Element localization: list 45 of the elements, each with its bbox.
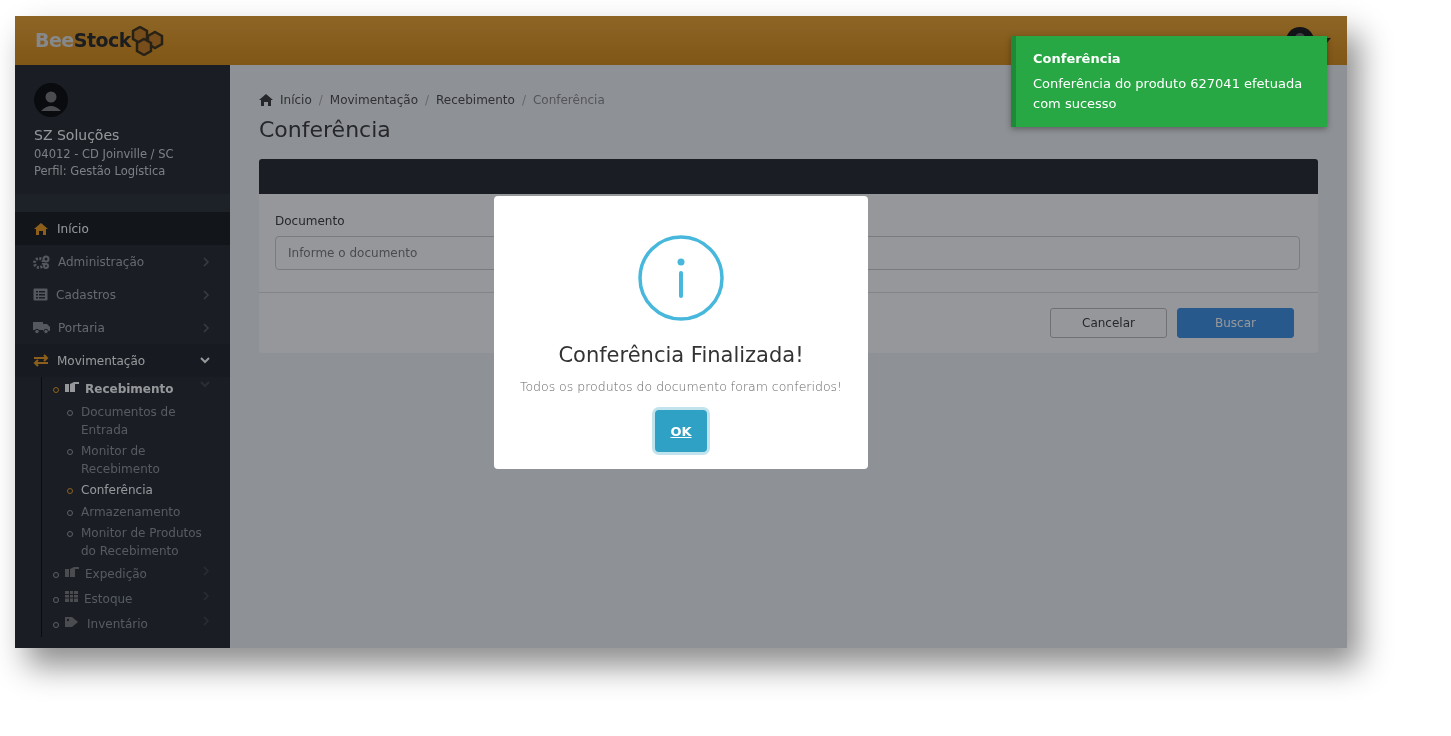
- sidebar-subitem[interactable]: Monitor de Recebimento: [53, 441, 230, 480]
- search-button[interactable]: Buscar: [1177, 308, 1294, 339]
- sidebar-item[interactable]: Cadastros: [15, 278, 230, 311]
- field-label: Documento: [275, 213, 346, 231]
- logo-icon: [131, 25, 165, 56]
- modal-message: Todos os produtos do documento foram conferidos!: [519, 377, 843, 396]
- sidebar-item[interactable]: Portaria: [15, 311, 230, 344]
- breadcrumb-link[interactable]: Recebimento: [436, 91, 515, 109]
- info-icon: [637, 234, 725, 322]
- logo-text: BeeStock: [35, 28, 131, 54]
- toast-message: Conferência do produto 627041 efetuada com sucesso: [1033, 75, 1304, 113]
- sidebar-subitem[interactable]: Documentos de Entrada: [53, 402, 230, 441]
- profile-role: Perfil: Gestão Logística: [34, 163, 167, 180]
- breadcrumb-link[interactable]: Início: [280, 91, 312, 109]
- breadcrumb-link[interactable]: Movimentação: [329, 91, 418, 109]
- sidebar-item[interactable]: Administração: [15, 245, 230, 278]
- list-icon: [33, 288, 48, 301]
- breadcrumb-separator: /: [425, 92, 430, 109]
- home-icon: [33, 221, 49, 236]
- chevron-right-icon: [203, 256, 210, 267]
- sidebar-subitem[interactable]: Estoque: [53, 587, 230, 612]
- modal-title: Conferência Finalizada!: [558, 342, 804, 369]
- company-name: SZ Soluções: [34, 126, 121, 145]
- sidebar-subitem[interactable]: Recebimento: [53, 377, 230, 402]
- table-icon: [65, 591, 78, 602]
- sidebar-subitem[interactable]: Conferência: [53, 480, 230, 502]
- sidebar-subitem[interactable]: Armazenamento: [53, 501, 230, 523]
- avatar-icon: [34, 83, 68, 117]
- home-icon: [259, 94, 273, 106]
- truck-icon: [33, 321, 50, 334]
- breadcrumb-separator: /: [521, 92, 526, 109]
- unit-name: 04012 - CD Joinville / SC: [34, 146, 175, 163]
- sidebar-subitem[interactable]: Inventário: [53, 612, 230, 637]
- toast-title: Conferência: [1033, 50, 1122, 68]
- chevron-down-icon: [200, 357, 210, 364]
- chevron-right-icon: [203, 322, 210, 333]
- sidebar-subitem[interactable]: Expedição: [53, 562, 230, 587]
- sidebar-subitem[interactable]: Monitor de Produtos do Recebimento: [53, 523, 230, 562]
- ok-button[interactable]: OK: [655, 410, 707, 453]
- chevron-right-icon: [203, 289, 210, 300]
- page-title: Conferência: [259, 117, 392, 144]
- exchange-icon: [33, 354, 49, 367]
- sidebar-item[interactable]: Início: [15, 212, 230, 245]
- cancel-button[interactable]: Cancelar: [1050, 308, 1167, 339]
- breadcrumb-separator: /: [318, 92, 323, 109]
